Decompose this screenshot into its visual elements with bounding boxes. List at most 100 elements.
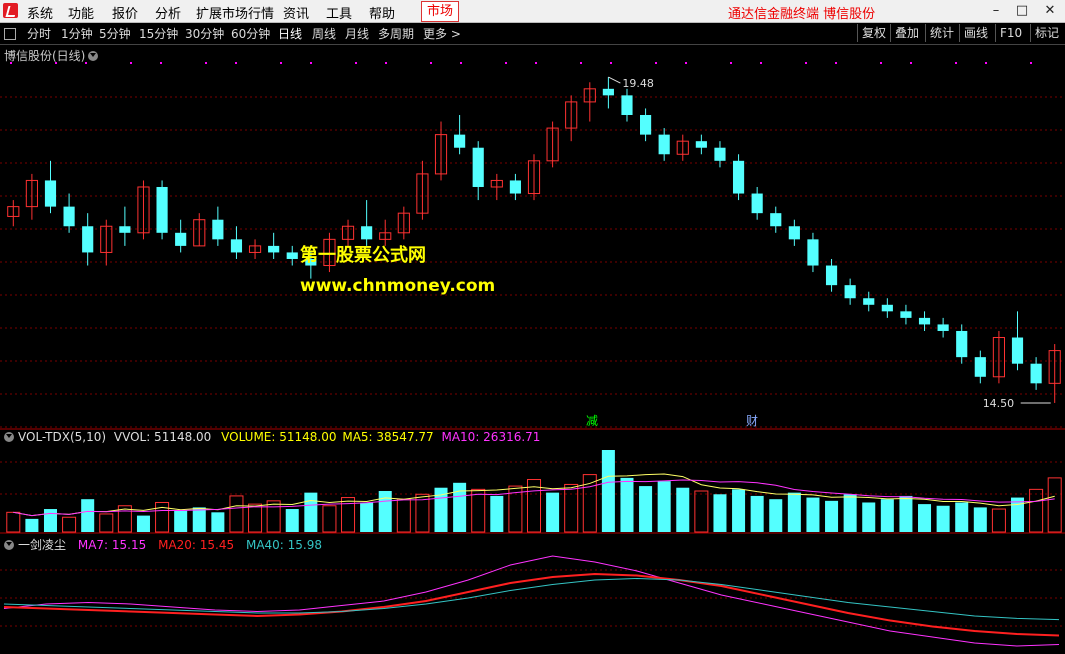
close-icon[interactable]: ✕ [1039, 1, 1061, 20]
candle-body [63, 206, 75, 227]
candle-body [974, 357, 986, 377]
volume-bar [825, 500, 839, 532]
ma5-line [13, 473, 1055, 517]
menu-item-system[interactable]: 系统 [27, 3, 53, 22]
statistics-button[interactable]: 统计 [925, 24, 958, 42]
volume-bar [639, 486, 653, 532]
candle-body [268, 245, 280, 253]
event-dot [985, 62, 987, 64]
volume-indicator-name: VOL-TDX(5,10) [18, 430, 107, 444]
tab-intraday[interactable]: 分时 [27, 25, 51, 42]
menu-item-extended-market[interactable]: 扩展市场行情 [196, 3, 274, 22]
event-dot [130, 62, 132, 64]
overlay-button[interactable]: 叠加 [890, 24, 923, 42]
volume-bar [453, 482, 467, 532]
candle-body [156, 186, 168, 233]
menu-item-analysis[interactable]: 分析 [155, 3, 181, 22]
volume-bar [1011, 497, 1025, 532]
candle-body [770, 213, 782, 227]
volume-bar [899, 495, 913, 532]
candle-body [212, 219, 224, 240]
candle-body [788, 226, 800, 240]
event-dot [280, 62, 282, 64]
draw-line-button[interactable]: 画线 [959, 24, 992, 42]
event-dot [685, 62, 687, 64]
menu-item-news[interactable]: 资讯 [283, 3, 309, 22]
tab-60min[interactable]: 60分钟 [231, 25, 270, 42]
layout-icon[interactable] [4, 28, 16, 40]
candle-body [361, 226, 373, 240]
volume-bar [248, 503, 263, 533]
minimize-icon[interactable]: – [985, 1, 1007, 20]
volume-bar [991, 508, 1006, 533]
tab-weekly[interactable]: 周线 [312, 25, 336, 42]
volume-bar [6, 511, 21, 533]
volume-chart[interactable] [0, 444, 1065, 534]
volume-bar [490, 495, 504, 532]
candle-body [119, 226, 131, 233]
volume-bar [378, 491, 392, 532]
event-dot [910, 62, 912, 64]
event-dot [760, 62, 762, 64]
indicator-chart[interactable] [0, 550, 1065, 654]
volume-bar [43, 509, 57, 532]
menu-item-help[interactable]: 帮助 [369, 3, 395, 22]
tab-30min[interactable]: 30分钟 [185, 25, 224, 42]
event-dot [85, 62, 87, 64]
candle-body [286, 252, 298, 259]
candle-body [844, 285, 856, 299]
volume-dropdown-icon[interactable] [4, 432, 14, 442]
volume-bar [211, 512, 225, 532]
volume-bar [732, 489, 746, 532]
candle-body [1011, 337, 1024, 364]
volume-bar [694, 490, 709, 533]
volume-bar [880, 499, 894, 532]
volume-bar [1047, 477, 1062, 533]
maximize-icon[interactable]: □ [1011, 1, 1033, 20]
candle-body [937, 324, 949, 331]
candle-body [472, 147, 484, 187]
volume-bar [936, 505, 950, 532]
volume-bar [360, 502, 374, 532]
volume-bar [322, 505, 337, 533]
candle-body [454, 134, 466, 148]
volume-bar [25, 518, 39, 532]
high-pointer [608, 76, 621, 84]
candle-body [807, 239, 819, 266]
ma5-value: MA5: 38547.77 [342, 430, 434, 444]
menu-item-function[interactable]: 功能 [68, 3, 94, 22]
candlestick-chart[interactable]: 19.48 14.50 减 财 [0, 44, 1065, 430]
adjust-button[interactable]: 复权 [857, 24, 890, 42]
tab-more[interactable]: 更多 > [423, 25, 461, 42]
f10-button[interactable]: F10 [995, 24, 1026, 42]
tab-multi-period[interactable]: 多周期 [378, 25, 414, 42]
menu-item-quote[interactable]: 报价 [112, 3, 138, 22]
event-dot [580, 62, 582, 64]
event-dot [880, 62, 882, 64]
volume-bar [750, 495, 764, 532]
volume-bar [918, 504, 932, 532]
mark-button[interactable]: 标记 [1030, 24, 1063, 42]
tab-monthly[interactable]: 月线 [345, 25, 369, 42]
market-button[interactable]: 市场 [421, 1, 460, 22]
candle-body [863, 298, 875, 305]
candle-body [918, 317, 931, 325]
menu-item-tools[interactable]: 工具 [326, 3, 352, 22]
volume-bar [601, 450, 615, 532]
event-dot [385, 62, 387, 64]
vvol-value: VVOL: 51148.00 [113, 430, 212, 444]
tab-5min[interactable]: 5分钟 [99, 25, 131, 42]
marker-reduce: 减 [586, 414, 598, 428]
candle-body [1030, 363, 1042, 384]
tab-daily[interactable]: 日线 [278, 25, 302, 42]
tab-1min[interactable]: 1分钟 [61, 25, 93, 42]
candle-body [230, 239, 243, 253]
indicator-dropdown-icon[interactable] [4, 540, 14, 550]
tab-15min[interactable]: 15分钟 [139, 25, 178, 42]
candle-body [602, 88, 614, 96]
ma10-value: MA10: 26316.71 [441, 430, 541, 444]
watermark-title: 第一股票公式网 [300, 245, 426, 266]
volume-bar [99, 513, 114, 533]
event-dot [235, 62, 237, 64]
event-dot [205, 62, 207, 64]
